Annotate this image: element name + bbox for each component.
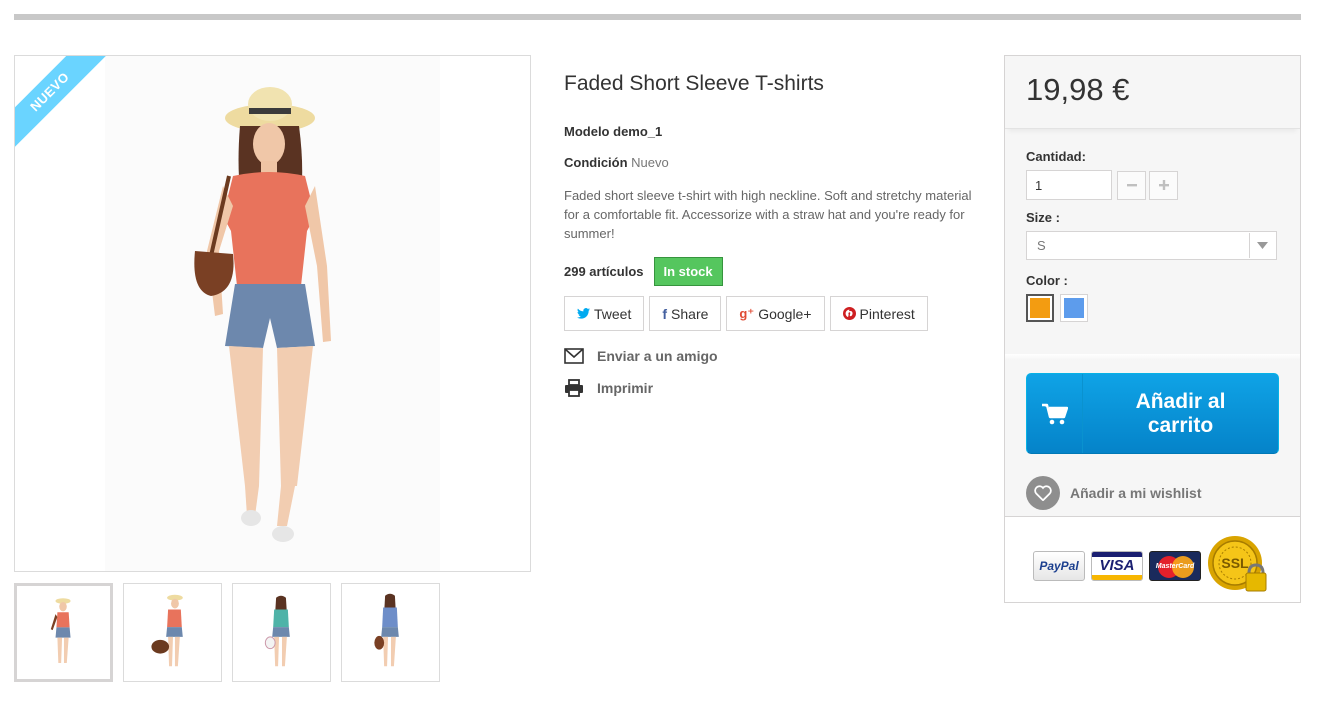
- thumbnail-1-image: [50, 598, 71, 664]
- pinterest-icon: [842, 307, 856, 320]
- heart-icon: [1026, 476, 1060, 510]
- quantity-decrease-button[interactable]: [1117, 170, 1146, 200]
- condition-label: Condición: [564, 155, 628, 170]
- color-label: Color :: [1026, 273, 1068, 288]
- size-select[interactable]: S: [1026, 231, 1277, 260]
- color-swatch-blue-fill: [1064, 298, 1084, 318]
- google-plus-button[interactable]: g⁺ Google+: [726, 296, 825, 331]
- send-to-friend-link[interactable]: Enviar a un amigo: [564, 347, 974, 365]
- top-divider: [14, 14, 1301, 20]
- facebook-share-button[interactable]: f Share: [649, 296, 722, 331]
- thumbnail-2[interactable]: [123, 583, 222, 682]
- quantity-increase-button[interactable]: [1149, 170, 1178, 200]
- chevron-down-icon: [1249, 233, 1275, 258]
- add-to-wishlist-link[interactable]: Añadir a mi wishlist: [1026, 476, 1201, 510]
- new-badge-label: Nuevo: [15, 56, 113, 154]
- product-condition: Condición Nuevo: [564, 155, 974, 170]
- product-title: Faded Short Sleeve T-shirts: [564, 72, 824, 95]
- mastercard-logo: MasterCard: [1149, 551, 1201, 581]
- ssl-seal-icon: SSL: [1208, 536, 1267, 592]
- product-main-image[interactable]: Nuevo: [14, 55, 531, 572]
- twitter-icon: [577, 308, 590, 319]
- price-area: 19,98 €: [1005, 56, 1300, 129]
- add-to-cart-label: Añadir al carrito: [1135, 389, 1226, 437]
- new-ribbon: Nuevo: [15, 56, 113, 154]
- color-swatch-orange[interactable]: [1026, 294, 1054, 322]
- size-label: Size :: [1026, 210, 1060, 225]
- product-description: Faded short sleeve t-shirt with high nec…: [564, 188, 972, 241]
- pinterest-label: Pinterest: [859, 305, 915, 322]
- model-label: Modelo: [564, 124, 610, 139]
- paypal-logo: PayPal: [1033, 551, 1085, 581]
- thumbnail-3-image: [264, 595, 290, 667]
- product-options: Cantidad: Size : S Color :: [1005, 129, 1300, 322]
- payment-logos: PayPal VISA MasterCard SSL: [1033, 535, 1269, 597]
- product-model: Modelo demo_1: [564, 124, 974, 139]
- payment-logos-area: PayPal VISA MasterCard SSL: [1005, 516, 1300, 602]
- visa-logo: VISA: [1091, 551, 1143, 581]
- tweet-label: Tweet: [594, 305, 632, 322]
- color-swatches: [1026, 294, 1279, 322]
- send-to-friend-label: Enviar a un amigo: [597, 348, 718, 364]
- size-selected-value: S: [1037, 238, 1046, 253]
- add-to-cart-button[interactable]: Añadir al carrito: [1026, 373, 1279, 454]
- color-swatch-orange-fill: [1030, 298, 1050, 318]
- thumbnail-4-image: [374, 593, 399, 667]
- mastercard-text: MasterCard: [1155, 562, 1195, 570]
- share-label: Share: [671, 305, 709, 322]
- facebook-icon: f: [662, 305, 668, 322]
- thumbnail-1[interactable]: [14, 583, 113, 682]
- quantity-row: [1026, 170, 1279, 200]
- thumbnail-4[interactable]: [341, 583, 440, 682]
- thumbnail-2-image: [151, 594, 183, 667]
- plus-icon: [1158, 180, 1169, 190]
- print-label: Imprimir: [597, 380, 654, 396]
- stock-badge: In stock: [653, 257, 723, 286]
- thumbnail-3[interactable]: [232, 583, 331, 682]
- quantity-label: Cantidad:: [1026, 149, 1086, 164]
- quantity-available: 299 artículos: [564, 264, 644, 279]
- color-swatch-blue[interactable]: [1060, 294, 1088, 322]
- visa-text: VISA: [1099, 557, 1135, 574]
- ssl-text: SSL: [1221, 555, 1249, 571]
- google-plus-icon: g⁺: [739, 305, 755, 321]
- cart-icon: [1027, 374, 1083, 453]
- model-value: demo_1: [613, 124, 663, 139]
- pinterest-button[interactable]: Pinterest: [829, 296, 928, 331]
- google-plus-label: Google+: [758, 305, 812, 322]
- print-link[interactable]: Imprimir: [564, 379, 974, 397]
- minus-icon: [1126, 184, 1137, 187]
- thumbnail-strip: [14, 583, 440, 682]
- buy-box: 19,98 € Cantidad: Size : S Color :: [1004, 55, 1301, 603]
- quantity-input[interactable]: [1026, 170, 1112, 200]
- stock-info: 299 artículos In stock: [564, 257, 974, 286]
- envelope-icon: [564, 348, 584, 364]
- product-price: 19,98 €: [1026, 72, 1130, 107]
- options-separator: [1005, 354, 1300, 360]
- printer-icon: [565, 379, 583, 397]
- social-buttons: Tweet f Share g⁺ Google+ Pinterest: [564, 296, 974, 331]
- condition-value: Nuevo: [631, 155, 669, 170]
- paypal-text: PayPal: [1039, 559, 1079, 573]
- product-info: Faded Short Sleeve T-shirts Modelo demo_…: [564, 72, 974, 411]
- tweet-button[interactable]: Tweet: [564, 296, 645, 331]
- wishlist-label: Añadir a mi wishlist: [1070, 485, 1202, 501]
